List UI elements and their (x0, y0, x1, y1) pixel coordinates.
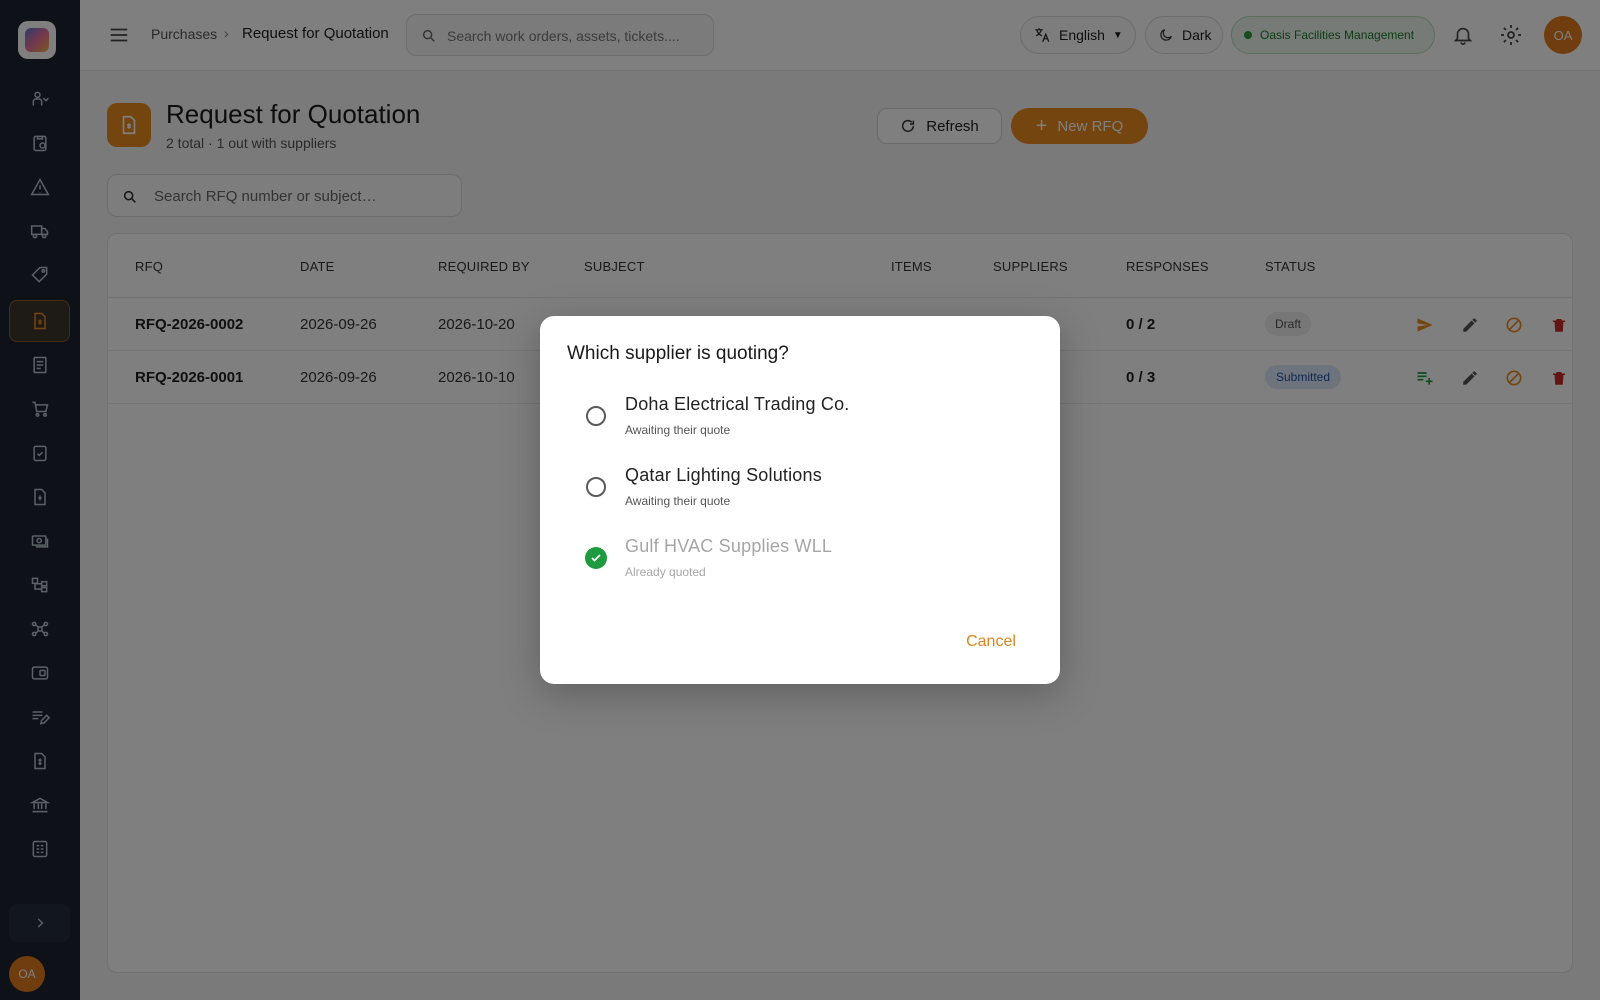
radio-button[interactable] (586, 477, 606, 497)
supplier-option[interactable]: Qatar Lighting Solutions Awaiting their … (567, 461, 1033, 523)
supplier-status: Already quoted (625, 565, 706, 579)
cancel-button[interactable]: Cancel (951, 628, 1031, 656)
supplier-option[interactable]: Doha Electrical Trading Co. Awaiting the… (567, 390, 1033, 452)
supplier-status: Awaiting their quote (625, 494, 731, 508)
supplier-name: Gulf HVAC Supplies WLL (625, 536, 833, 556)
radio-button[interactable] (586, 406, 606, 426)
supplier-option-quoted: Gulf HVAC Supplies WLL Already quoted (567, 532, 1033, 594)
supplier-status: Awaiting their quote (625, 423, 731, 437)
supplier-name: Qatar Lighting Solutions (625, 465, 822, 485)
supplier-name: Doha Electrical Trading Co. (625, 394, 850, 414)
check-circle-icon (585, 547, 607, 569)
dialog-title: Which supplier is quoting? (567, 343, 789, 364)
supplier-dialog: Which supplier is quoting? Doha Electric… (540, 316, 1060, 684)
